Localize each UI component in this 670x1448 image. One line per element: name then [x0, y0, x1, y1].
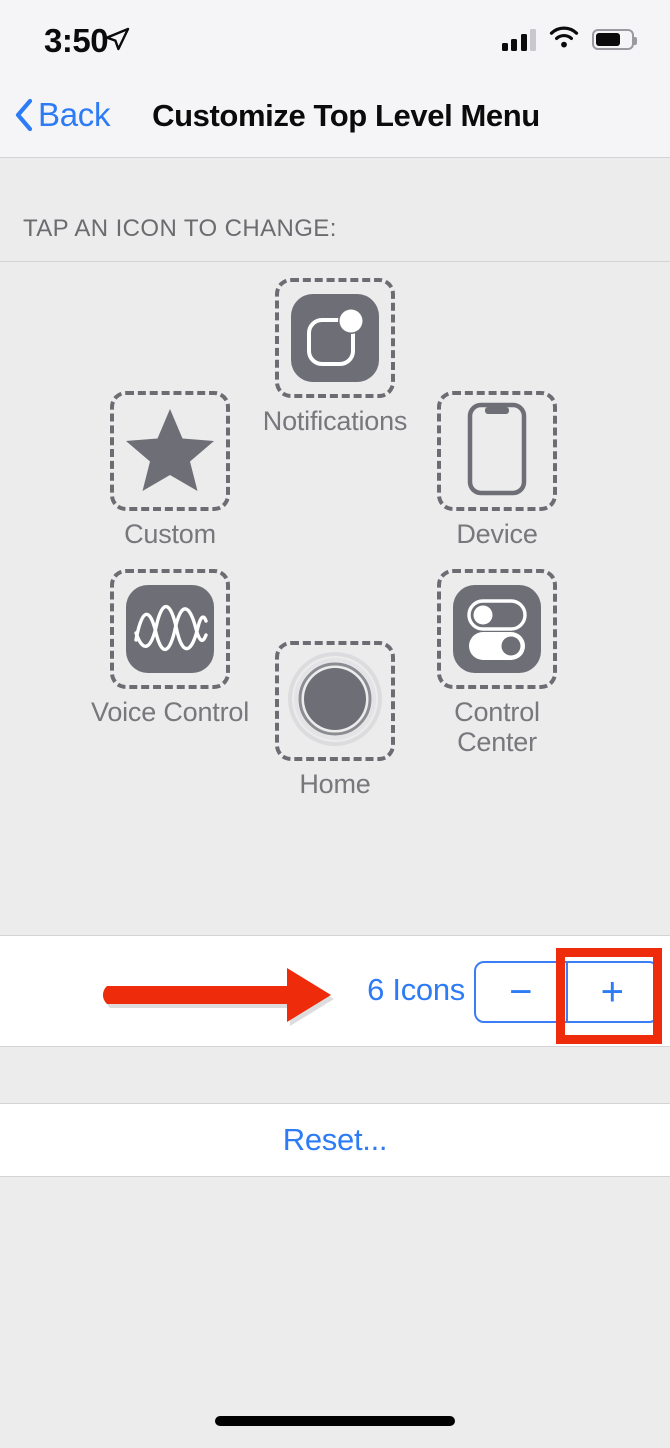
- icon-label-control-center: Control Center: [454, 697, 540, 758]
- control-center-icon-button[interactable]: [437, 569, 557, 689]
- iphone-screen: 3:50 Back Customize Top Level Menu TAP A…: [0, 0, 670, 1448]
- device-icon-button[interactable]: [437, 391, 557, 511]
- icon-cell-device[interactable]: Device: [412, 391, 582, 549]
- navigation-bar: Back Customize Top Level Menu: [0, 78, 670, 158]
- icon-label-custom: Custom: [124, 519, 216, 549]
- icon-label-notifications: Notifications: [262, 406, 408, 436]
- home-icon-button[interactable]: [275, 641, 395, 761]
- icon-count-row: 6 Icons − +: [0, 935, 670, 1047]
- home-button-icon: [287, 651, 383, 752]
- bottom-area: [0, 1177, 670, 1448]
- notifications-icon-button[interactable]: [275, 278, 395, 398]
- icon-label-device: Device: [456, 519, 538, 549]
- reset-button-label: Reset...: [282, 1122, 388, 1157]
- status-bar-indicators: [501, 26, 637, 53]
- page-title: Customize Top Level Menu: [152, 98, 540, 133]
- reset-row[interactable]: Reset...: [0, 1103, 670, 1177]
- icon-label-home: Home: [299, 769, 371, 799]
- icon-count-stepper[interactable]: − +: [474, 961, 659, 1023]
- voice-control-icon-button[interactable]: [110, 569, 230, 689]
- control-center-toggles-icon: [453, 585, 541, 673]
- icon-cell-voice-control[interactable]: Voice Control: [85, 569, 255, 727]
- increment-button[interactable]: +: [565, 963, 658, 1021]
- cellular-signal-icon: [501, 28, 536, 51]
- location-arrow-icon: [104, 26, 130, 57]
- icon-label-voice-control: Voice Control: [91, 697, 249, 727]
- icon-cell-custom[interactable]: Custom: [85, 391, 255, 549]
- wifi-icon: [549, 26, 579, 53]
- voice-control-waveform-icon: [126, 585, 214, 673]
- icon-cell-control-center[interactable]: Control Center: [412, 569, 582, 757]
- icon-count-label: 6 Icons: [367, 972, 465, 1007]
- notifications-icon: [291, 294, 379, 382]
- device-iphone-icon: [466, 402, 528, 501]
- custom-icon-button[interactable]: [110, 391, 230, 511]
- status-bar: 3:50: [0, 0, 670, 78]
- icon-grid: Notifications Custom Device Voice Contro…: [0, 261, 670, 935]
- icon-cell-home[interactable]: Home: [250, 641, 420, 799]
- status-bar-time: 3:50: [44, 22, 109, 59]
- home-indicator: [215, 1416, 455, 1426]
- decrement-button[interactable]: −: [476, 963, 566, 1021]
- battery-icon: [592, 29, 637, 50]
- icon-cell-notifications[interactable]: Notifications: [250, 278, 420, 436]
- section-header: TAP AN ICON TO CHANGE:: [23, 215, 337, 242]
- star-icon: [124, 405, 216, 498]
